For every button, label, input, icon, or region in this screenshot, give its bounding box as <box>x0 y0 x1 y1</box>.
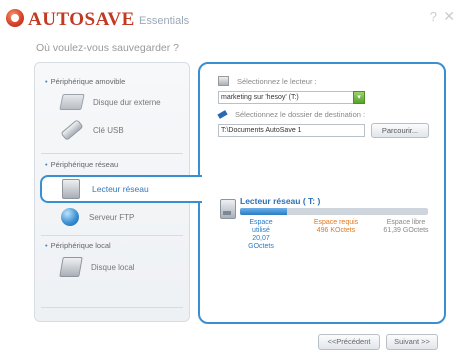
external-drive-icon <box>59 94 85 110</box>
section-title-removable: • Périphérique amovible <box>45 77 126 86</box>
stat-free-space: Espace libre 61,39 GOctets <box>383 219 429 234</box>
app-edition: Essentials <box>139 15 190 27</box>
drive-small-icon <box>218 76 229 86</box>
dropdown-arrow-icon[interactable]: ▾ <box>353 91 365 104</box>
usb-key-icon <box>60 119 84 141</box>
sidebar-item-network-drive[interactable]: Lecteur réseau <box>40 175 202 203</box>
select-folder-label: Sélectionnez le dossier de destination : <box>217 110 365 119</box>
sidebar-item-local-disk[interactable]: Disque local <box>59 253 181 281</box>
browse-button[interactable]: Parcourir... <box>371 123 429 138</box>
section-title-network: • Périphérique réseau <box>45 160 119 169</box>
sidebar-item-ftp-server[interactable]: Serveur FTP <box>61 203 181 231</box>
next-button[interactable]: Suivant >> <box>386 334 438 350</box>
disk-usage-bar <box>240 208 428 215</box>
network-drive-icon <box>62 179 80 199</box>
destination-path-field[interactable]: T:\Documents AutoSave 1 <box>218 124 365 137</box>
network-drive-large-icon-detail <box>223 211 231 215</box>
ftp-globe-icon <box>61 208 79 226</box>
network-drive-large-icon <box>220 199 236 219</box>
page-question: Où voulez-vous sauvegarder ? <box>36 42 179 54</box>
sidebar-divider <box>41 307 183 308</box>
section-title-local: • Périphérique local <box>45 241 111 250</box>
drive-usage-title: Lecteur réseau ( T: ) <box>240 196 321 206</box>
disk-usage-used-fill <box>240 208 287 215</box>
select-drive-label: Sélectionnez le lecteur : <box>218 76 317 86</box>
sidebar-item-usb-key[interactable]: Clé USB <box>60 116 181 144</box>
stat-required-space: Espace requis 496 KOctets <box>313 219 359 234</box>
sidebar-divider <box>41 153 183 154</box>
help-button[interactable]: ? <box>430 9 437 24</box>
folder-pencil-icon <box>217 110 228 119</box>
autosave-logo-icon <box>6 9 24 27</box>
sidebar-item-external-drive[interactable]: Disque dur externe <box>59 88 181 116</box>
stat-used-space: Espace utilisé 20,07 GOctets <box>248 219 274 250</box>
app-title: AUTOSAVE <box>28 9 135 30</box>
previous-button[interactable]: <<Précédent <box>318 334 380 350</box>
sidebar-divider <box>41 235 183 236</box>
drive-select[interactable]: marketing sur 'hesoy' (T:) <box>218 91 365 104</box>
close-button[interactable]: ✕ <box>443 8 455 25</box>
local-disk-icon <box>59 257 83 277</box>
